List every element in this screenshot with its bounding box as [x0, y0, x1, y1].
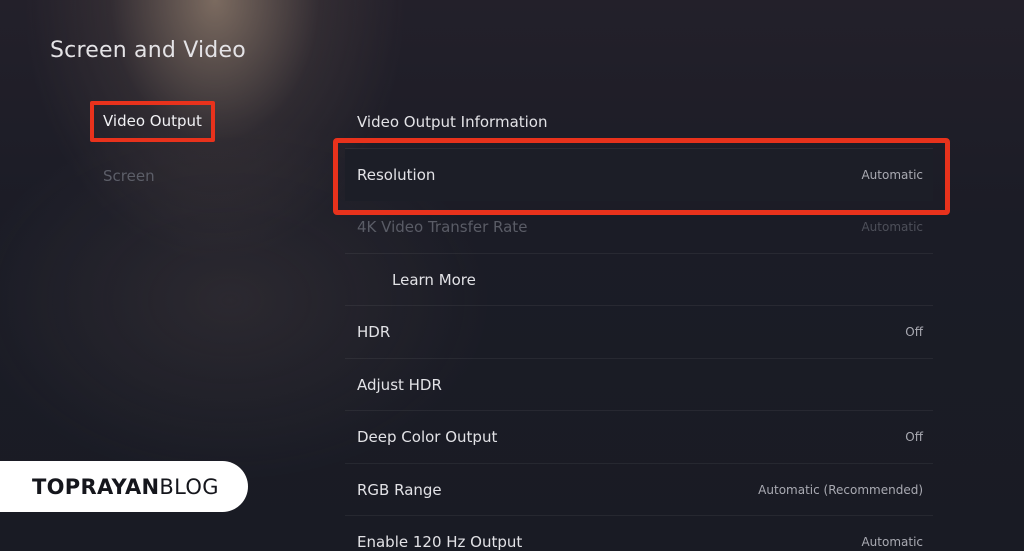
setting-adjust-hdr[interactable]: Adjust HDR: [345, 359, 933, 411]
watermark-bold-text: TOPRAYAN: [32, 474, 160, 499]
setting-value: Automatic (Recommended): [758, 482, 923, 497]
setting-label: Resolution: [357, 165, 436, 184]
setting-label: RGB Range: [357, 480, 442, 499]
setting-learn-more[interactable]: Learn More: [345, 254, 933, 306]
sidebar-item-screen[interactable]: Screen: [103, 167, 155, 185]
watermark-badge: TOPRAYANBLOG: [0, 461, 248, 512]
setting-label: Adjust HDR: [357, 375, 442, 394]
setting-deep-color-output[interactable]: Deep Color Output Off: [345, 411, 933, 464]
setting-label: Learn More: [392, 270, 476, 289]
setting-value: Automatic: [861, 535, 923, 549]
setting-label: Deep Color Output: [357, 428, 498, 446]
setting-label: 4K Video Transfer Rate: [357, 218, 528, 236]
setting-value: Automatic: [861, 167, 923, 182]
setting-value: Off: [905, 430, 923, 444]
page-title: Screen and Video: [50, 38, 246, 63]
settings-list: Video Output Information Resolution Auto…: [333, 96, 950, 551]
setting-value: Automatic: [861, 220, 923, 234]
sidebar-item-label: Video Output: [103, 112, 202, 130]
sidebar-item-video-output[interactable]: Video Output: [90, 101, 215, 142]
setting-enable-120hz-output[interactable]: Enable 120 Hz Output Automatic: [345, 516, 933, 551]
setting-4k-video-transfer-rate: 4K Video Transfer Rate Automatic: [345, 201, 933, 254]
setting-resolution[interactable]: Resolution Automatic: [333, 137, 950, 215]
watermark-regular-text: BLOG: [159, 474, 219, 499]
setting-label: HDR: [357, 323, 391, 341]
setting-label: Video Output Information: [357, 113, 548, 131]
setting-hdr[interactable]: HDR Off: [345, 306, 933, 359]
setting-value: Off: [905, 325, 923, 339]
setting-rgb-range[interactable]: RGB Range Automatic (Recommended): [345, 464, 933, 516]
setting-label: Enable 120 Hz Output: [357, 533, 523, 551]
watermark-logo: TOPRAYANBLOG: [32, 475, 219, 499]
